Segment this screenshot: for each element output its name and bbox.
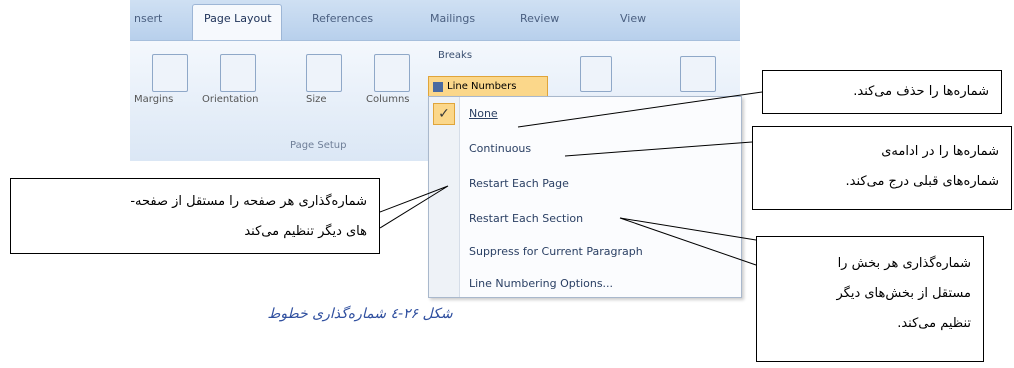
- callout-restart-page: شماره‌گذاری هر صفحه را مستقل از صفحه- ها…: [10, 178, 380, 254]
- callout-none-line-1: شماره‌ها را حذف می‌کند.: [853, 84, 989, 99]
- callout-restart-page-line-2: های دیگر تنظیم می‌کند: [244, 224, 367, 239]
- figure-caption: شکل ۲۶-٤ شماره‌گذاری خطوط: [267, 306, 453, 322]
- callout-restart-section: شماره‌گذاری هر بخش را مستقل از بخش‌های د…: [756, 236, 984, 362]
- callout-continuous-line-1: شماره‌ها را در ادامه‌ی: [881, 144, 999, 159]
- callout-none: شماره‌ها را حذف می‌کند.: [762, 70, 1002, 114]
- callout-restart-section-line-3: تنظیم می‌کند.: [897, 316, 971, 331]
- callout-continuous: شماره‌ها را در ادامه‌ی شماره‌های قبلی در…: [752, 126, 1012, 210]
- callout-continuous-line-2: شماره‌های قبلی درج می‌کند.: [845, 174, 999, 189]
- callout-restart-page-line-1: شماره‌گذاری هر صفحه را مستقل از صفحه-: [130, 194, 367, 209]
- callout-restart-section-line-2: مستقل از بخش‌های دیگر: [836, 286, 971, 301]
- callout-restart-section-line-1: شماره‌گذاری هر بخش را: [837, 256, 971, 271]
